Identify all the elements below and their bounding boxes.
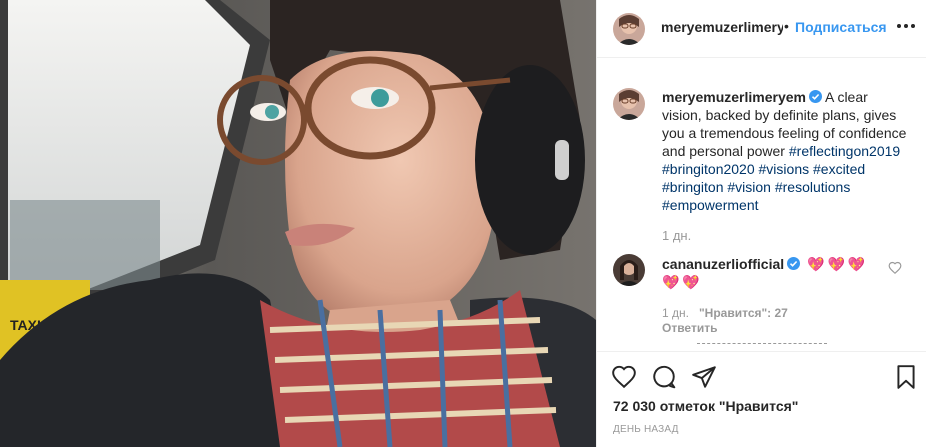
separator-dot: •	[784, 18, 789, 34]
caption-time: 1 дн.	[662, 228, 692, 243]
caption-avatar[interactable]	[613, 88, 645, 120]
post-caption: meryemuzerlimeryem A clear vision, backed…	[662, 88, 907, 214]
bookmark-save-icon[interactable]	[893, 364, 919, 390]
caption-username[interactable]: meryemuzerlimeryem	[662, 89, 806, 105]
reply-button[interactable]: Ответить	[662, 321, 717, 335]
like-heart-icon[interactable]	[611, 364, 637, 390]
comment-time: 1 дн.	[662, 306, 689, 320]
comment-body: cananuzerliofficial 💖💖💖💖💖	[662, 255, 882, 291]
comment-bubble-icon[interactable]	[651, 364, 677, 390]
author-avatar[interactable]	[613, 13, 645, 45]
comment-like-heart-icon[interactable]	[888, 261, 902, 275]
more-options-icon[interactable]	[895, 16, 917, 36]
share-send-icon[interactable]	[691, 364, 717, 390]
post-photo-image: TAXI	[0, 0, 596, 447]
verified-badge-icon	[808, 89, 822, 103]
post-header: meryemuzerlimeryem • Подписаться	[597, 0, 926, 58]
comments-section[interactable]: meryemuzerlimeryem A clear vision, backed…	[597, 59, 926, 349]
comment-meta: 1 дн. "Нравится": 27	[662, 306, 788, 320]
post-sidebar: meryemuzerlimeryem • Подписаться meryemu…	[596, 0, 926, 447]
commenter-username[interactable]: cananuzerliofficial	[662, 256, 784, 272]
post-actions: 72 030 отметок "Нравится" ДЕНЬ НАЗАД	[597, 351, 926, 447]
post-timestamp: ДЕНЬ НАЗАД	[613, 424, 679, 435]
author-username[interactable]: meryemuzerlimeryem	[661, 19, 783, 37]
comment-likes[interactable]: "Нравится": 27	[699, 306, 788, 320]
follow-button[interactable]: Подписаться	[795, 19, 887, 35]
commenter-avatar[interactable]	[613, 254, 645, 286]
view-replies-line[interactable]	[697, 343, 827, 344]
verified-badge-icon	[787, 256, 801, 270]
likes-count[interactable]: 72 030 отметок "Нравится"	[613, 398, 798, 414]
post-photo[interactable]: TAXI	[0, 0, 596, 447]
